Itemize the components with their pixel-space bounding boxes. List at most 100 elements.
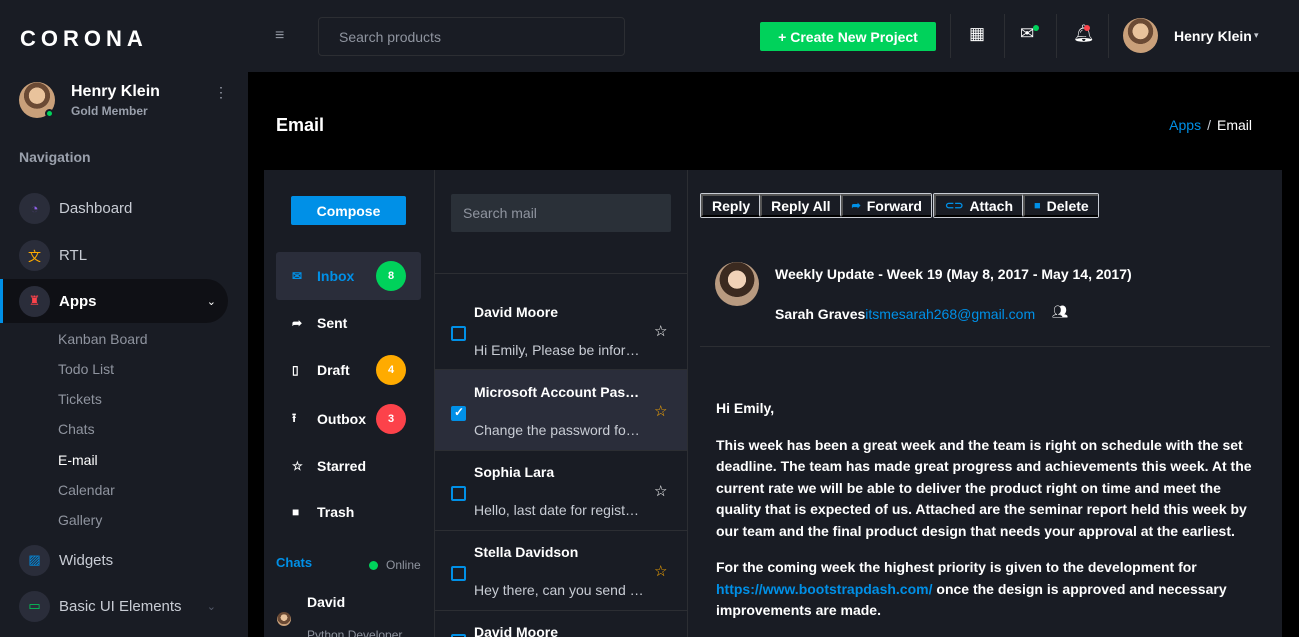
message-paragraph: For the coming week the highest priority… [716, 557, 1256, 622]
mail-checkbox[interactable] [451, 405, 466, 421]
star-icon: ☆ [292, 459, 303, 473]
brand-logo[interactable]: CORONA [20, 26, 148, 52]
speedometer-icon: ◔ [19, 192, 50, 224]
sidebar-item-apps[interactable]: ♜ Apps ⌄ [0, 279, 228, 323]
sidebar-subitem-calendar[interactable]: Calendar [58, 482, 115, 498]
sidebar-item-widgets[interactable]: ▨ Widgets [0, 538, 228, 582]
message-body: Hi Emily, This week has been a great wee… [716, 398, 1256, 637]
list-item[interactable]: David Moore [435, 610, 687, 637]
mail-checkbox[interactable] [451, 566, 466, 581]
sender-name: Sarah Graves [775, 306, 866, 322]
profile-role: Gold Member [71, 104, 148, 118]
sidebar-subitem-todo[interactable]: Todo List [58, 361, 114, 377]
message-paragraph: This week has been a great week and the … [716, 436, 1252, 539]
avatar[interactable] [1123, 18, 1158, 53]
sidebar-profile: Henry Klein Gold Member ⋮ [19, 80, 234, 120]
divider [700, 346, 1270, 347]
avatar [715, 262, 759, 306]
chevron-down-icon: ⌄ [206, 600, 216, 613]
avatar[interactable] [277, 612, 291, 626]
laptop-icon: ▭ [19, 590, 50, 622]
mail-search-input[interactable] [451, 194, 671, 232]
delete-button[interactable]: ■ Delete [1023, 194, 1098, 217]
sidebar-item-label: Apps [59, 292, 97, 310]
reply-all-button[interactable]: Reply All [760, 194, 841, 217]
folder-starred[interactable]: ☆ Starred [276, 442, 421, 490]
star-icon[interactable]: ☆ [654, 482, 667, 500]
divider [1108, 14, 1109, 58]
list-item[interactable]: Sophia Lara Hello, last date for registe… [435, 450, 687, 530]
upload-icon: ⭱ [292, 410, 297, 425]
compose-button[interactable]: Compose [291, 196, 406, 225]
add-contact-icon[interactable]: 👥︎ [1052, 304, 1069, 320]
star-icon[interactable]: ☆ [654, 562, 667, 580]
star-icon[interactable]: ☆ [654, 322, 667, 340]
online-status-dot [45, 109, 54, 118]
attach-button-group: ⊂⊃ Attach ■ Delete [933, 193, 1099, 218]
grid-icon[interactable]: ▦ [969, 24, 985, 44]
user-name[interactable]: Henry Klein [1174, 28, 1252, 44]
trash-icon: ■ [292, 505, 300, 519]
star-icon[interactable]: ☆ [654, 402, 667, 420]
paragraph-text: For the coming week the highest priority… [716, 559, 1197, 575]
folder-trash[interactable]: ■ Trash [276, 488, 421, 536]
sidebar-subitem-chats[interactable]: Chats [58, 421, 95, 437]
envelope-icon: ✉ [292, 269, 303, 283]
forward-button[interactable]: ➦ Forward [840, 194, 931, 217]
message-link[interactable]: https://www.bootstrapdash.com/ [716, 581, 933, 597]
sidebar-item-dashboard[interactable]: ◔ Dashboard [0, 186, 228, 230]
folder-inbox[interactable]: ✉ Inbox 8 [276, 252, 421, 300]
folder-sent[interactable]: ➦ Sent [276, 299, 421, 347]
list-item[interactable]: Microsoft Account Password Change Change… [435, 370, 687, 450]
divider [435, 273, 687, 274]
count-badge: 3 [376, 404, 406, 434]
search-input[interactable] [318, 17, 625, 56]
mail-snippet: Hey there, can you send me this year’s h… [474, 582, 644, 598]
page-title: Email [276, 115, 325, 135]
folder-label: Starred [317, 458, 367, 474]
apps-icon: ♜ [19, 285, 50, 317]
breadcrumb-separator: / [1207, 117, 1211, 133]
breadcrumb-current: Email [1216, 117, 1252, 133]
mail-snippet: Hi Emily, Please be informed that the ne… [474, 342, 644, 358]
sidebar-subitem-tickets[interactable]: Tickets [58, 391, 102, 407]
list-item[interactable]: David Moore Hi Emily, Please be informed… [435, 290, 687, 370]
folder-draft[interactable]: ▯ Draft 4 [276, 346, 421, 394]
sidebar-subitem-kanban[interactable]: Kanban Board [58, 331, 148, 347]
mail-snippet: Hello, last date for registering is Feb … [474, 502, 644, 518]
profile-name: Henry Klein [71, 83, 160, 100]
folder-label: Sent [317, 315, 348, 331]
forward-label: Forward [866, 197, 922, 214]
create-project-button[interactable]: + Create New Project [760, 22, 936, 51]
menu-icon[interactable]: ≡ [275, 27, 284, 45]
sidebar-item-basic-ui[interactable]: ▭ Basic UI Elements ⌄ [0, 584, 228, 628]
divider [1004, 14, 1005, 58]
attach-button[interactable]: ⊂⊃ Attach [934, 194, 1023, 217]
list-item[interactable]: Stella Davidson Hey there, can you send … [435, 530, 687, 610]
translate-icon: 文 [19, 239, 50, 271]
sidebar-item-rtl[interactable]: 文 RTL [0, 233, 228, 277]
mail-checkbox[interactable] [451, 326, 466, 341]
sidebar-item-label: RTL [59, 246, 88, 264]
folder-outbox[interactable]: ⭱ Outbox 3 [276, 395, 421, 443]
sender-email[interactable]: itsmesarah268@gmail.com [865, 306, 1035, 322]
reply-button[interactable]: Reply [701, 194, 761, 217]
sidebar-item-label: Basic UI Elements [59, 597, 182, 615]
chevron-down-icon[interactable]: ▾ [1254, 30, 1259, 41]
mail-sender: Microsoft Account Password Change [474, 384, 644, 400]
breadcrumb-apps[interactable]: Apps [1169, 117, 1201, 133]
file-icon: ▯ [292, 363, 299, 377]
sidebar-subitem-gallery[interactable]: Gallery [58, 512, 102, 528]
more-vertical-icon[interactable]: ⋮ [214, 85, 228, 99]
chat-contact-name[interactable]: David [307, 594, 345, 610]
topbar: ≡ + Create New Project ▦ ✉ 🔔︎ Henry Klei… [248, 0, 1299, 72]
count-badge: 4 [376, 355, 406, 385]
folder-label: Outbox [317, 411, 366, 427]
chat-contact-role: Python Developer [307, 628, 403, 637]
nav-heading: Navigation [19, 149, 91, 165]
paperclip-icon: ⊂⊃ [945, 200, 964, 212]
widgets-icon: ▨ [19, 544, 50, 576]
sidebar-subitem-email[interactable]: E-mail [58, 452, 98, 468]
sidebar-item-label: Widgets [59, 551, 114, 569]
mail-checkbox[interactable] [451, 486, 466, 501]
